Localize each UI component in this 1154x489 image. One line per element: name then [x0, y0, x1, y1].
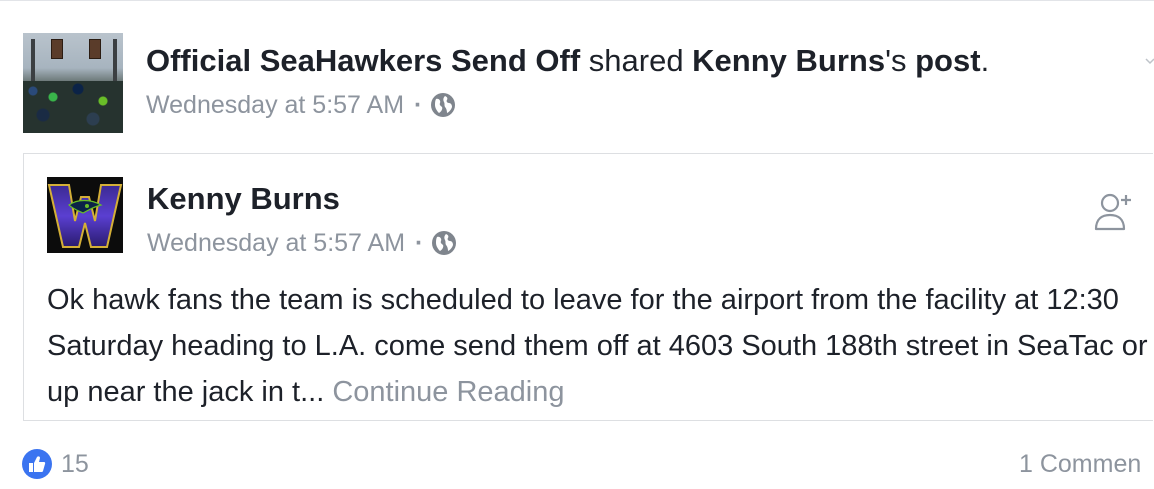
shared-action-text: shared [580, 43, 693, 78]
author-name-link[interactable]: Kenny Burns [147, 179, 340, 219]
original-timestamp[interactable]: Wednesday at 5:57 AM [147, 228, 405, 258]
original-post-card[interactable]: Kenny Burns Wednesday at 5:57 AM · Ok ha… [23, 153, 1153, 421]
crowd-image [23, 81, 123, 133]
meta-separator: · [414, 91, 423, 119]
meta-separator: · [415, 229, 424, 257]
original-post-meta: Wednesday at 5:57 AM · [147, 228, 457, 258]
post-body: Ok hawk fans the team is scheduled to le… [47, 277, 1152, 415]
shared-timestamp[interactable]: Wednesday at 5:57 AM [146, 90, 404, 120]
page-name-link[interactable]: Official SeaHawkers Send Off [146, 43, 580, 78]
post-link[interactable]: post [915, 43, 980, 78]
globe-icon[interactable] [430, 92, 456, 118]
possessive-text: 's [885, 43, 916, 78]
post-body-text: Ok hawk fans the team is scheduled to le… [47, 284, 1148, 408]
like-count[interactable]: 15 [61, 448, 89, 480]
add-friend-icon[interactable] [1092, 189, 1136, 233]
post-footer: 15 1 Commen [0, 440, 1154, 489]
top-divider [0, 0, 1154, 1]
thumbs-up-icon[interactable] [22, 449, 52, 479]
traffic-light [51, 39, 63, 59]
period-text: . [980, 43, 990, 78]
traffic-light [89, 39, 101, 59]
continue-reading-link[interactable]: Continue Reading [332, 376, 564, 408]
comment-count-link[interactable]: 1 Commen [1019, 448, 1141, 480]
page-avatar[interactable] [23, 33, 123, 133]
original-author-link[interactable]: Kenny Burns [692, 43, 885, 78]
street-pole [31, 39, 35, 85]
street-pole [113, 39, 117, 85]
shared-post-header: Official SeaHawkers Send Off shared Kenn… [23, 33, 1133, 133]
shared-headline: Official SeaHawkers Send Off shared Kenn… [146, 41, 989, 81]
shared-post-meta: Wednesday at 5:57 AM · [146, 90, 456, 120]
chevron-down-icon[interactable] [1145, 50, 1154, 71]
author-avatar[interactable] [47, 177, 123, 253]
globe-icon[interactable] [431, 230, 457, 256]
